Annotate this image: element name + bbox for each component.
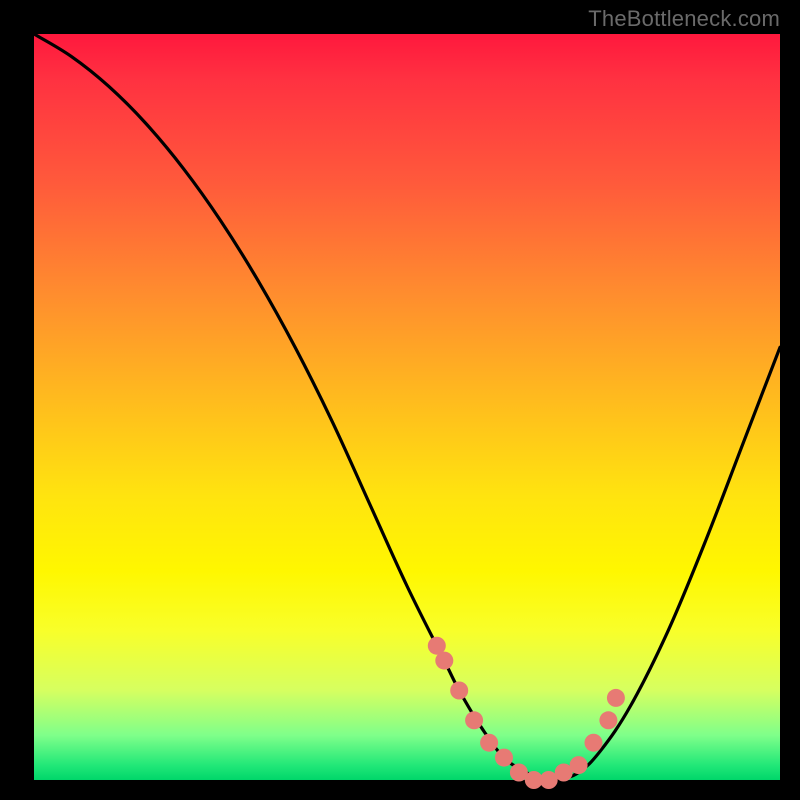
chart-frame: TheBottleneck.com [0, 0, 800, 800]
plot-area [34, 34, 780, 780]
attribution-text: TheBottleneck.com [588, 6, 780, 32]
